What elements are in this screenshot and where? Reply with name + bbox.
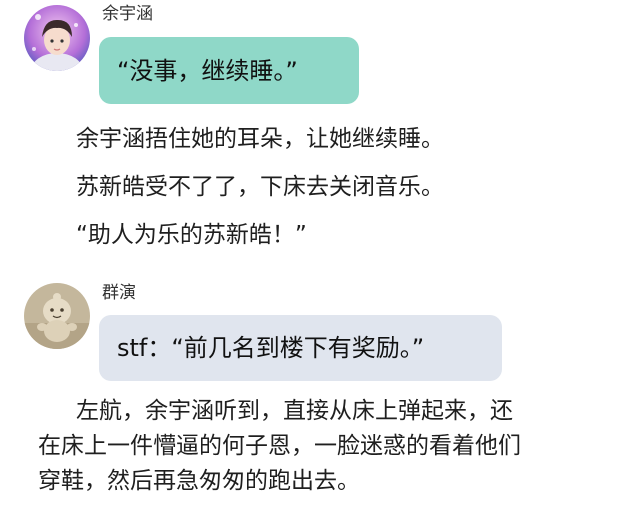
narration-line: “助人为乐的苏新皓！” bbox=[76, 222, 307, 248]
narration-line: 苏新皓受不了了，下床去关闭音乐。 bbox=[76, 174, 444, 200]
avatar-boy-portrait-icon[interactable] bbox=[24, 5, 90, 71]
speaker-name: 群演 bbox=[102, 283, 136, 303]
avatar-clay-figure-icon[interactable] bbox=[24, 283, 90, 349]
message-bubble[interactable]: stf：“前几名到楼下有奖励。” bbox=[99, 315, 502, 381]
paragraph-line: 左航，余宇涵听到，直接从床上弹起来，还 bbox=[76, 398, 513, 424]
paragraph-line: 在床上一件懵逼的何子恩，一脸迷惑的看着他们 bbox=[38, 433, 521, 459]
speaker-name: 余宇涵 bbox=[102, 4, 153, 24]
message-bubble[interactable]: “没事，继续睡。” bbox=[99, 37, 359, 104]
narration-line: 余宇涵捂住她的耳朵，让她继续睡。 bbox=[76, 126, 444, 152]
closing-paragraph: 左航，余宇涵听到，直接从床上弹起来，还 在床上一件懵逼的何子恩，一脸迷惑的看着他… bbox=[38, 394, 622, 499]
paragraph-line: 穿鞋，然后再急匆匆的跑出去。 bbox=[38, 468, 360, 494]
